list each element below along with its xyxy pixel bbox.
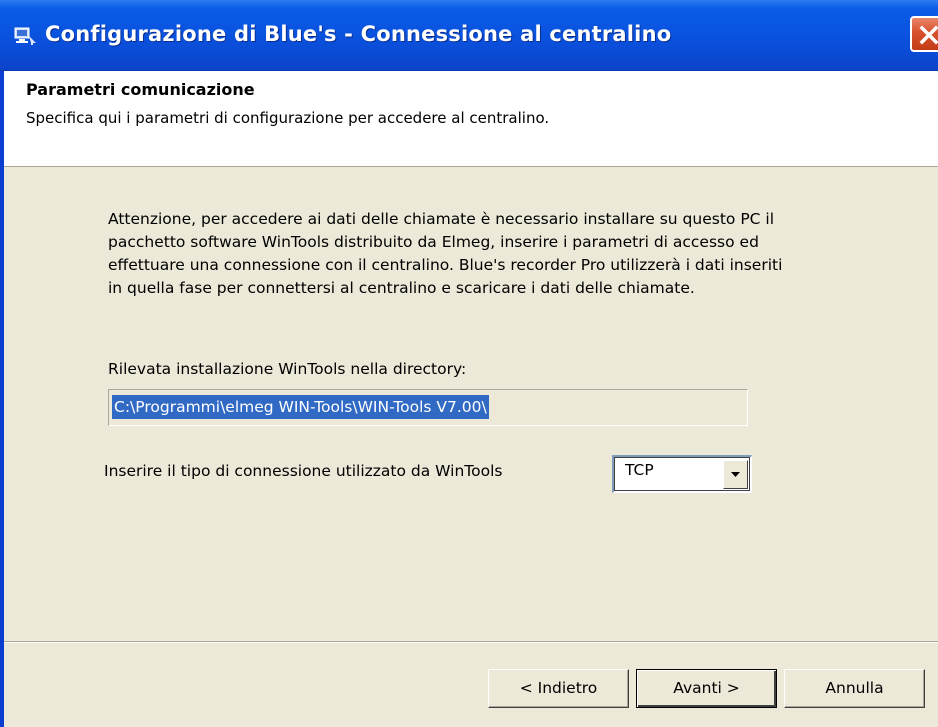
info-line: effettuare una connessione con il centra… [108,256,783,274]
directory-field[interactable]: C:\Programmi\elmeg WIN-Tools\WIN-Tools V… [108,389,748,426]
wizard-window: Configurazione di Blue's - Connessione a… [0,0,938,727]
info-line: Attenzione, per accedere ai dati delle c… [108,210,775,228]
info-paragraph: Attenzione, per accedere ai dati delle c… [108,208,908,300]
directory-value[interactable]: C:\Programmi\elmeg WIN-Tools\WIN-Tools V… [112,395,489,419]
close-icon [919,25,938,45]
chevron-down-icon [731,472,740,477]
back-button[interactable]: < Indietro [488,669,629,708]
window-title: Configurazione di Blue's - Connessione a… [45,22,672,46]
window-app-icon[interactable] [14,26,38,46]
info-line: in quella fase per connettersi al centra… [108,279,695,297]
connection-type-value[interactable]: TCP [625,461,654,479]
connection-type-select[interactable]: TCP [612,455,752,493]
wizard-header: Parametri comunicazione Specifica qui i … [4,71,938,167]
connection-type-label: Inserire il tipo di connessione utilizza… [104,462,503,480]
page-subtitle: Specifica qui i parametri di configurazi… [26,109,550,127]
title-bar[interactable]: Configurazione di Blue's - Connessione a… [0,0,938,71]
next-button[interactable]: Avanti > [636,669,777,708]
info-line: pacchetto software WinTools distribuito … [108,233,759,251]
cancel-button[interactable]: Annulla [784,669,925,708]
page-title: Parametri comunicazione [26,80,255,99]
dropdown-button[interactable] [723,460,748,489]
directory-label: Rilevata installazione WinTools nella di… [108,360,467,378]
footer-divider [4,641,938,643]
close-button[interactable] [910,16,938,52]
